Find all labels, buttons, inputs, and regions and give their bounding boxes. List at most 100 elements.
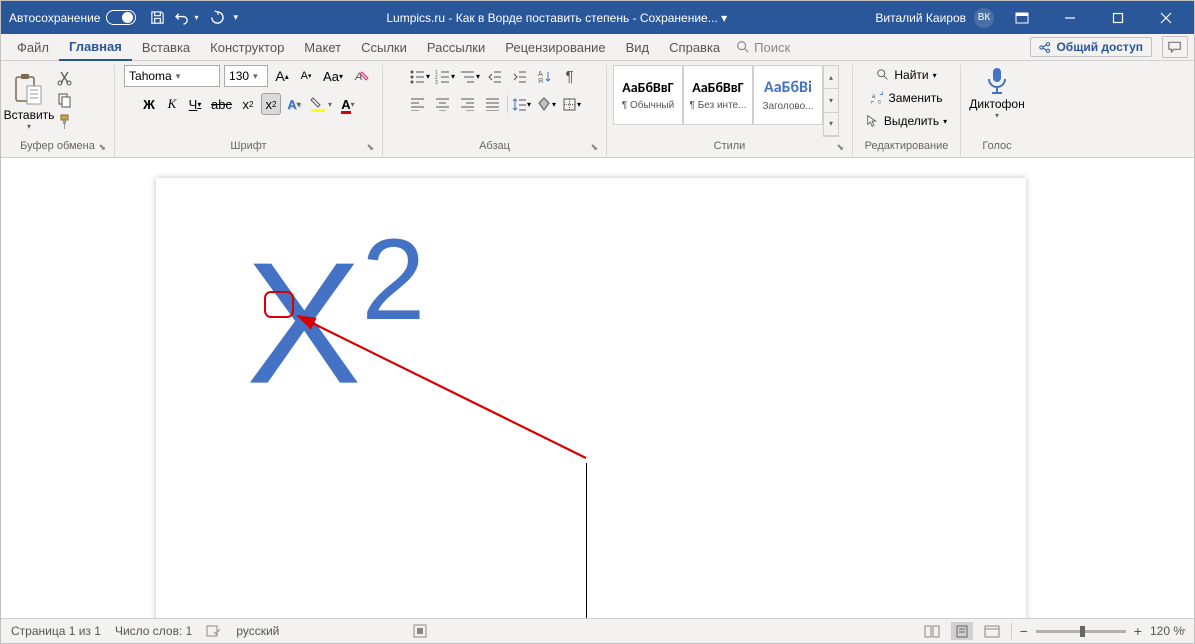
cut-icon[interactable] bbox=[57, 70, 75, 88]
sort-icon[interactable]: AЯ bbox=[534, 65, 556, 87]
tab-layout[interactable]: Макет bbox=[294, 34, 351, 61]
ribbon: Вставить ▾ Буфер обмена⬊ bbox=[1, 61, 1194, 158]
tab-review[interactable]: Рецензирование bbox=[495, 34, 615, 61]
document-title: Lumpics.ru - Как в Ворде поставить степе… bbox=[238, 11, 875, 25]
spellcheck-icon[interactable] bbox=[206, 624, 222, 638]
svg-text:A: A bbox=[538, 71, 543, 78]
paste-icon bbox=[13, 72, 45, 108]
replace-button[interactable]: ac Заменить bbox=[871, 88, 943, 108]
paste-button[interactable]: Вставить ▾ bbox=[7, 72, 51, 131]
language-indicator[interactable]: русский bbox=[236, 624, 279, 638]
zoom-slider[interactable] bbox=[1036, 630, 1126, 633]
word-count[interactable]: Число слов: 1 bbox=[115, 624, 192, 638]
styles-dialog-launcher[interactable]: ⬊ bbox=[836, 142, 844, 153]
text-effects-icon[interactable]: A▾ bbox=[284, 93, 304, 115]
macro-icon[interactable] bbox=[413, 624, 427, 638]
superscript-button[interactable]: x2 bbox=[261, 93, 281, 115]
user-avatar[interactable]: ВК bbox=[974, 8, 994, 28]
numbering-icon[interactable]: 123▾ bbox=[434, 65, 456, 87]
highlight-icon[interactable]: ▾ bbox=[307, 93, 335, 115]
borders-icon[interactable]: ▾ bbox=[561, 93, 583, 115]
page-indicator[interactable]: Страница 1 из 1 bbox=[11, 624, 101, 638]
svg-text:3: 3 bbox=[435, 80, 438, 84]
style-heading1[interactable]: АаБбВі Заголово... bbox=[753, 65, 823, 125]
tab-view[interactable]: Вид bbox=[616, 34, 660, 61]
zoom-in-button[interactable]: + bbox=[1134, 623, 1142, 639]
decrease-indent-icon[interactable] bbox=[484, 65, 506, 87]
search-label: Поиск bbox=[754, 40, 790, 55]
format-painter-icon[interactable] bbox=[57, 114, 75, 132]
user-name[interactable]: Виталий Каиров bbox=[875, 11, 966, 25]
font-color-icon[interactable]: A▾ bbox=[338, 93, 358, 115]
svg-text:c: c bbox=[878, 98, 881, 105]
print-layout-icon[interactable] bbox=[951, 622, 973, 640]
find-button[interactable]: Найти▾ bbox=[876, 65, 936, 85]
dictate-button[interactable]: Диктофон ▾ bbox=[967, 65, 1027, 137]
close-button[interactable] bbox=[1146, 1, 1186, 34]
copy-icon[interactable] bbox=[57, 92, 75, 110]
svg-text:a: a bbox=[871, 93, 875, 100]
clear-formatting-icon[interactable]: A bbox=[350, 65, 373, 87]
tab-references[interactable]: Ссылки bbox=[351, 34, 417, 61]
tab-home[interactable]: Главная bbox=[59, 34, 132, 61]
underline-button[interactable]: Ч▾ bbox=[185, 93, 205, 115]
align-right-icon[interactable] bbox=[457, 93, 479, 115]
multilevel-list-icon[interactable]: ▾ bbox=[459, 65, 481, 87]
select-button[interactable]: Выделить▾ bbox=[866, 111, 947, 131]
clipboard-dialog-launcher[interactable]: ⬊ bbox=[98, 142, 106, 153]
show-marks-icon[interactable]: ¶ bbox=[559, 65, 581, 87]
collapse-ribbon-icon[interactable]: ⌃ bbox=[1180, 628, 1188, 639]
bold-button[interactable]: Ж bbox=[139, 93, 159, 115]
document-text[interactable]: X2 bbox=[246, 228, 425, 412]
tab-insert[interactable]: Вставка bbox=[132, 34, 200, 61]
group-clipboard: Вставить ▾ Буфер обмена⬊ bbox=[1, 65, 115, 157]
save-icon[interactable] bbox=[150, 10, 165, 25]
line-spacing-icon[interactable]: ▾ bbox=[511, 93, 533, 115]
group-font: Tahoma▾ 130▾ A▴ A▾ Aa▾ A Ж К Ч▾ a bbox=[115, 65, 383, 157]
autosave-label: Автосохранение bbox=[9, 11, 100, 25]
italic-button[interactable]: К bbox=[162, 93, 182, 115]
shading-icon[interactable]: ▾ bbox=[536, 93, 558, 115]
read-mode-icon[interactable] bbox=[921, 622, 943, 640]
group-voice: Диктофон ▾ Голос bbox=[961, 65, 1033, 157]
web-layout-icon[interactable] bbox=[981, 622, 1003, 640]
zoom-out-button[interactable]: − bbox=[1020, 623, 1028, 639]
maximize-button[interactable] bbox=[1098, 1, 1138, 34]
redo-icon[interactable] bbox=[209, 10, 224, 25]
share-button[interactable]: Общий доступ bbox=[1030, 37, 1152, 57]
subscript-button[interactable]: x2 bbox=[238, 93, 258, 115]
ribbon-display-icon[interactable] bbox=[1002, 1, 1042, 34]
style-no-spacing[interactable]: АаБбВвГ ¶ Без инте... bbox=[683, 65, 753, 125]
styles-scroll-up[interactable]: ▴ bbox=[824, 66, 838, 89]
minimize-button[interactable] bbox=[1050, 1, 1090, 34]
tab-mailings[interactable]: Рассылки bbox=[417, 34, 495, 61]
decrease-font-icon[interactable]: A▾ bbox=[296, 65, 316, 87]
align-left-icon[interactable] bbox=[407, 93, 429, 115]
autosave-toggle[interactable] bbox=[106, 10, 136, 25]
tab-file[interactable]: Файл bbox=[7, 34, 59, 61]
align-center-icon[interactable] bbox=[432, 93, 454, 115]
font-size-combo[interactable]: 130▾ bbox=[224, 65, 268, 87]
style-normal[interactable]: АаБбВвГ ¶ Обычный bbox=[613, 65, 683, 125]
styles-expand[interactable]: ▾ bbox=[824, 113, 838, 136]
font-name-combo[interactable]: Tahoma▾ bbox=[124, 65, 220, 87]
paragraph-dialog-launcher[interactable]: ⬊ bbox=[590, 142, 598, 153]
increase-font-icon[interactable]: A▴ bbox=[272, 65, 292, 87]
change-case-icon[interactable]: Aa▾ bbox=[320, 65, 346, 87]
page[interactable]: X2 bbox=[156, 178, 1026, 618]
undo-dropdown-icon[interactable]: ▾ bbox=[194, 13, 198, 22]
tab-help[interactable]: Справка bbox=[659, 34, 730, 61]
comments-button[interactable] bbox=[1162, 36, 1188, 58]
bullets-icon[interactable]: ▾ bbox=[409, 65, 431, 87]
font-dialog-launcher[interactable]: ⬊ bbox=[366, 142, 374, 153]
tab-design[interactable]: Конструктор bbox=[200, 34, 294, 61]
increase-indent-icon[interactable] bbox=[509, 65, 531, 87]
search-box[interactable]: Поиск bbox=[736, 40, 790, 55]
justify-icon[interactable] bbox=[482, 93, 504, 115]
paste-dropdown-icon[interactable]: ▾ bbox=[27, 122, 31, 131]
title-bar: Автосохранение ▾ ▾ Lumpics.ru - Как в Во… bbox=[1, 1, 1194, 34]
document-area[interactable]: X2 bbox=[1, 158, 1194, 618]
styles-scroll-down[interactable]: ▾ bbox=[824, 89, 838, 112]
strikethrough-button[interactable]: abc bbox=[208, 93, 235, 115]
undo-icon[interactable] bbox=[175, 10, 190, 25]
